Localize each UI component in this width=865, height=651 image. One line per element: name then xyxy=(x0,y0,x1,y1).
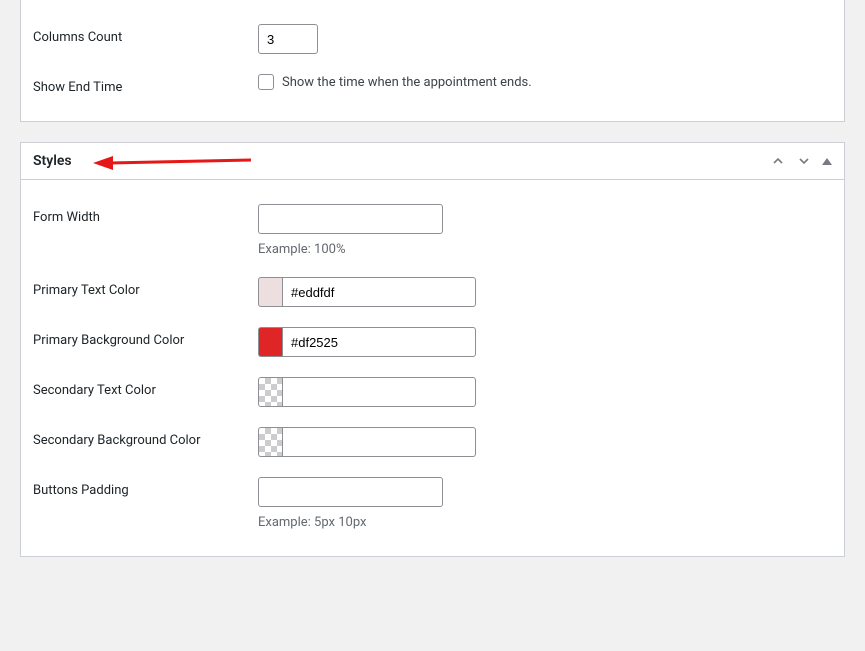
field-row-secondary-text-color: Secondary Text Color xyxy=(33,363,832,413)
field-row-form-width: Form Width Example: 100% xyxy=(33,190,832,263)
styles-panel-title: Styles xyxy=(33,153,72,169)
timeslots-panel: Columns Count Show End Time Show the tim… xyxy=(20,0,845,122)
secondary-bg-color-input[interactable] xyxy=(282,427,476,457)
chevron-up-icon[interactable] xyxy=(770,153,786,169)
secondary-bg-color-label: Secondary Background Color xyxy=(33,427,258,448)
collapse-toggle-icon[interactable] xyxy=(822,158,832,165)
secondary-text-color-input[interactable] xyxy=(282,377,476,407)
primary-bg-color-swatch[interactable] xyxy=(258,327,282,357)
columns-count-label: Columns Count xyxy=(33,24,258,45)
styles-panel: Styles Form Width Example: 100% Primary … xyxy=(20,142,845,557)
buttons-padding-label: Buttons Padding xyxy=(33,477,258,498)
buttons-padding-hint: Example: 5px 10px xyxy=(258,515,832,530)
primary-bg-color-label: Primary Background Color xyxy=(33,327,258,348)
form-width-input[interactable] xyxy=(258,204,443,234)
field-row-columns-count: Columns Count xyxy=(33,10,832,60)
primary-text-color-label: Primary Text Color xyxy=(33,277,258,298)
secondary-text-color-swatch[interactable] xyxy=(258,377,282,407)
secondary-text-color-label: Secondary Text Color xyxy=(33,377,258,398)
primary-text-color-input[interactable] xyxy=(282,277,476,307)
styles-panel-header[interactable]: Styles xyxy=(21,143,844,180)
field-row-buttons-padding: Buttons Padding Example: 5px 10px xyxy=(33,463,832,536)
buttons-padding-input[interactable] xyxy=(258,477,443,507)
field-row-primary-text-color: Primary Text Color xyxy=(33,263,832,313)
field-row-show-end-time: Show End Time Show the time when the app… xyxy=(33,60,832,101)
secondary-bg-color-swatch[interactable] xyxy=(258,427,282,457)
primary-bg-color-input[interactable] xyxy=(282,327,476,357)
show-end-time-checkbox[interactable] xyxy=(258,74,274,90)
show-end-time-label: Show End Time xyxy=(33,74,258,95)
field-row-primary-bg-color: Primary Background Color xyxy=(33,313,832,363)
form-width-hint: Example: 100% xyxy=(258,242,832,257)
columns-count-input[interactable] xyxy=(258,24,318,54)
form-width-label: Form Width xyxy=(33,204,258,225)
field-row-secondary-bg-color: Secondary Background Color xyxy=(33,413,832,463)
primary-text-color-swatch[interactable] xyxy=(258,277,282,307)
chevron-down-icon[interactable] xyxy=(796,153,812,169)
arrow-annotation xyxy=(91,151,251,171)
show-end-time-text: Show the time when the appointment ends. xyxy=(282,75,532,90)
